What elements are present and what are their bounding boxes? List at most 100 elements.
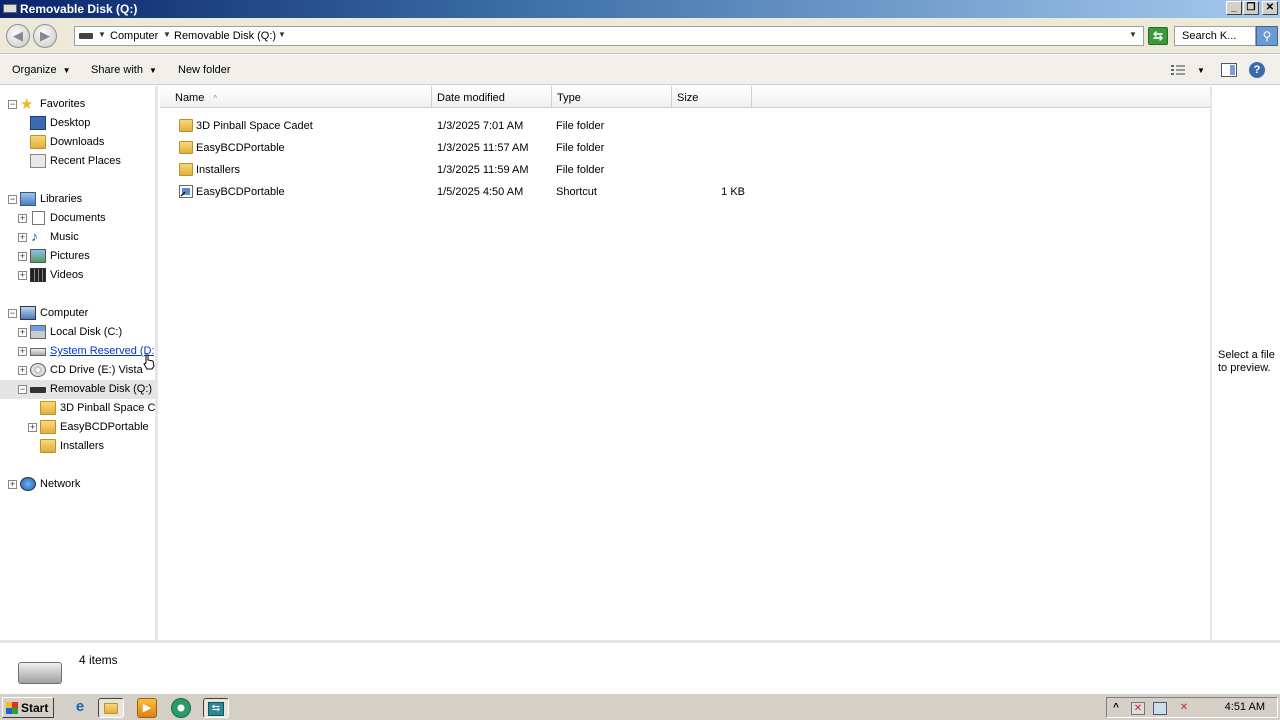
action-center-icon[interactable]: ✕ bbox=[1131, 702, 1145, 715]
breadcrumb-removable-disk[interactable]: Removable Disk (Q:) bbox=[174, 30, 276, 42]
music-icon: ♪ bbox=[31, 228, 38, 244]
nav-network[interactable]: + Network bbox=[0, 475, 155, 494]
preview-pane-icon[interactable] bbox=[1221, 63, 1237, 77]
removable-drive-icon bbox=[18, 662, 62, 684]
column-header-size[interactable]: Size bbox=[672, 86, 752, 108]
chevron-down-icon[interactable]: ▼ bbox=[98, 30, 106, 39]
folder-icon bbox=[179, 119, 193, 132]
address-history-dropdown[interactable]: ▼ bbox=[1129, 30, 1137, 39]
cd-drive-icon bbox=[30, 363, 46, 377]
column-header-date[interactable]: Date modified bbox=[432, 86, 552, 108]
nav-desktop[interactable]: Desktop bbox=[0, 114, 155, 133]
file-row[interactable]: Installers 1/3/2025 11:59 AM File folder bbox=[160, 159, 1210, 181]
start-button[interactable]: Start bbox=[2, 697, 54, 718]
drive-icon bbox=[79, 33, 93, 39]
volume-muted-icon[interactable]: ✕ bbox=[1177, 702, 1191, 715]
expand-icon[interactable]: + bbox=[18, 233, 27, 242]
hand-cursor-icon bbox=[143, 354, 155, 370]
nav-label: Recent Places bbox=[50, 155, 121, 167]
file-row[interactable]: EasyBCDPortable 1/5/2025 4:50 AM Shortcu… bbox=[160, 181, 1210, 203]
share-with-button[interactable]: Share with ▼ bbox=[91, 64, 157, 76]
file-type: Shortcut bbox=[556, 186, 597, 198]
expand-icon[interactable]: + bbox=[18, 366, 27, 375]
file-type: File folder bbox=[556, 164, 605, 176]
navigation-pane: − ★ Favorites Desktop Downloads Recent P… bbox=[0, 86, 158, 640]
back-button[interactable]: ◀ bbox=[6, 24, 30, 48]
refresh-button[interactable]: ⇆ bbox=[1148, 27, 1168, 45]
preview-message: Select a file to preview. bbox=[1218, 349, 1275, 374]
nav-label: EasyBCDPortable bbox=[60, 421, 149, 433]
file-row[interactable]: 3D Pinball Space Cadet 1/3/2025 7:01 AM … bbox=[160, 115, 1210, 137]
close-button[interactable]: ✕ bbox=[1262, 1, 1278, 15]
nav-subfolder-installers[interactable]: Installers bbox=[0, 437, 155, 456]
removable-drive-icon bbox=[30, 387, 46, 393]
nav-label: Desktop bbox=[50, 117, 91, 129]
collapse-icon[interactable]: − bbox=[8, 309, 17, 318]
show-hidden-icons-icon[interactable]: ^ bbox=[1109, 702, 1123, 715]
nav-removable-disk-q[interactable]: − Removable Disk (Q:) bbox=[0, 380, 155, 399]
forward-button[interactable]: ▶ bbox=[33, 24, 57, 48]
nav-favorites[interactable]: − ★ Favorites bbox=[0, 95, 155, 114]
chevron-down-icon[interactable]: ▼ bbox=[163, 30, 171, 39]
file-name: EasyBCDPortable bbox=[196, 186, 285, 198]
help-icon[interactable]: ? bbox=[1249, 62, 1265, 78]
nav-recent-places[interactable]: Recent Places bbox=[0, 152, 155, 171]
nav-label: Local Disk (C:) bbox=[50, 326, 123, 338]
shortcut-icon bbox=[179, 185, 193, 198]
nav-computer[interactable]: − Computer bbox=[0, 304, 155, 323]
new-folder-button[interactable]: New folder bbox=[178, 64, 231, 76]
minimize-button[interactable]: _ bbox=[1226, 1, 1242, 15]
nav-downloads[interactable]: Downloads bbox=[0, 133, 155, 152]
expand-icon[interactable]: + bbox=[18, 328, 27, 337]
expand-icon[interactable]: + bbox=[18, 252, 27, 261]
easybcd-icon: ⇆ bbox=[208, 702, 224, 716]
search-input[interactable]: Search K... bbox=[1174, 26, 1256, 46]
internet-explorer-icon[interactable]: e bbox=[70, 698, 90, 718]
file-type: File folder bbox=[556, 142, 605, 154]
column-header-name[interactable]: Name ^ bbox=[160, 86, 432, 108]
nav-videos[interactable]: + Videos bbox=[0, 266, 155, 285]
folder-icon bbox=[40, 439, 56, 453]
nav-libraries[interactable]: − Libraries bbox=[0, 190, 155, 209]
nav-cd-drive-e[interactable]: + CD Drive (E:) Vista bbox=[0, 361, 155, 380]
expand-icon[interactable]: + bbox=[18, 347, 27, 356]
pictures-icon bbox=[30, 249, 46, 263]
easybcd-taskbar-button[interactable]: ⇆ bbox=[203, 698, 229, 718]
chevron-down-icon[interactable]: ▼ bbox=[278, 30, 286, 39]
libraries-icon bbox=[20, 192, 36, 206]
search-icon[interactable]: ⚲ bbox=[1256, 26, 1278, 46]
change-view-icon[interactable] bbox=[1170, 64, 1186, 76]
expand-icon[interactable]: + bbox=[18, 271, 27, 280]
file-name: Installers bbox=[196, 164, 241, 176]
view-options-chevron-icon[interactable]: ▼ bbox=[1197, 66, 1205, 75]
clock[interactable]: 4:51 AM bbox=[1225, 701, 1265, 713]
collapse-icon[interactable]: − bbox=[18, 385, 27, 394]
collapse-icon[interactable]: − bbox=[8, 195, 17, 204]
nav-system-reserved-d[interactable]: + System Reserved (D:) bbox=[0, 342, 155, 361]
breadcrumb-computer[interactable]: Computer bbox=[110, 30, 158, 42]
nav-subfolder-3d-pinball[interactable]: 3D Pinball Space Cadet bbox=[0, 399, 156, 418]
expand-icon[interactable]: + bbox=[8, 480, 17, 489]
explorer-taskbar-button[interactable] bbox=[98, 698, 124, 718]
address-bar[interactable]: ▼ Computer ▼ Removable Disk (Q:) ▼ ▼ bbox=[74, 26, 1144, 46]
nav-documents[interactable]: + Documents bbox=[0, 209, 155, 228]
nav-subfolder-easybcd[interactable]: + EasyBCDPortable bbox=[0, 418, 155, 437]
browser-icon[interactable] bbox=[171, 698, 191, 718]
nav-local-disk-c[interactable]: + Local Disk (C:) bbox=[0, 323, 155, 342]
expand-icon[interactable]: + bbox=[28, 423, 37, 432]
file-row[interactable]: EasyBCDPortable 1/3/2025 11:57 AM File f… bbox=[160, 137, 1210, 159]
restore-button[interactable]: ❐ bbox=[1243, 1, 1259, 15]
file-list: Name ^ Date modified Type Size 3D Pinbal… bbox=[160, 86, 1210, 640]
nav-label: 3D Pinball Space Cadet bbox=[60, 402, 156, 414]
expand-icon[interactable]: + bbox=[18, 214, 27, 223]
nav-music[interactable]: + ♪ Music bbox=[0, 228, 155, 247]
network-icon bbox=[20, 477, 36, 491]
organize-button[interactable]: Organize ▼ bbox=[12, 64, 71, 76]
window-title: Removable Disk (Q:) bbox=[20, 2, 138, 16]
network-status-icon[interactable] bbox=[1153, 702, 1167, 715]
media-player-icon[interactable]: ▶ bbox=[137, 698, 157, 718]
nav-pictures[interactable]: + Pictures bbox=[0, 247, 155, 266]
collapse-icon[interactable]: − bbox=[8, 100, 17, 109]
file-type: File folder bbox=[556, 120, 605, 132]
column-header-type[interactable]: Type bbox=[552, 86, 672, 108]
